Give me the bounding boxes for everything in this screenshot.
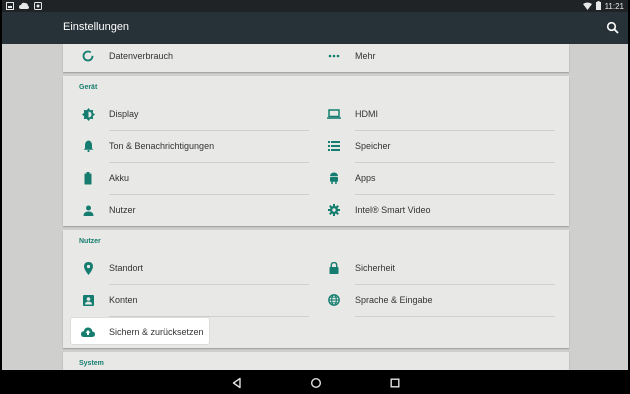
settings-item-datenverbrauch[interactable]: Datenverbrauch — [65, 41, 311, 72]
settings-item-label: Intel® Smart Video — [355, 205, 431, 215]
settings-item-hdmi[interactable]: HDMI — [311, 99, 557, 130]
settings-item-intel-smart-video[interactable]: Intel® Smart Video — [311, 195, 557, 226]
wifi-icon — [582, 2, 592, 12]
location-pin-icon — [81, 261, 95, 275]
settings-item-sicherheit[interactable]: Sicherheit — [311, 253, 557, 284]
settings-item-nutzer[interactable]: Nutzer — [65, 195, 311, 226]
settings-item-label: Display — [109, 109, 139, 119]
navigation-bar — [2, 370, 628, 394]
section-title-system: System — [79, 360, 104, 367]
storage-list-icon — [327, 139, 341, 153]
settings-item-apps[interactable]: Apps — [311, 163, 557, 194]
back-button[interactable] — [231, 376, 243, 389]
recents-button[interactable] — [389, 376, 401, 388]
brightness-icon — [81, 107, 95, 121]
settings-item-sprache-eingabe[interactable]: Sprache & Eingabe — [311, 285, 557, 316]
divider — [355, 316, 555, 317]
globe-icon — [327, 293, 341, 307]
data-usage-icon — [81, 49, 95, 63]
settings-item-label: Sichern & zurücksetzen — [109, 327, 204, 337]
lock-icon — [327, 261, 341, 275]
laptop-icon — [327, 107, 341, 121]
settings-list: Datenverbrauch Mehr Gerät Display HDMI T… — [63, 44, 569, 382]
bell-icon — [81, 139, 95, 153]
cloud-upload-icon — [81, 325, 95, 339]
settings-item-label: Sicherheit — [355, 263, 396, 273]
settings-item-sichern-zuruecksetzen[interactable]: Sichern & zurücksetzen — [65, 317, 311, 348]
settings-item-label: HDMI — [355, 109, 378, 119]
battery-status-icon — [595, 1, 601, 12]
screen: 11:21 Einstellungen Datenverbrauch Mehr — [2, 0, 628, 394]
settings-item-label: Sprache & Eingabe — [355, 295, 433, 305]
android-icon — [327, 171, 341, 185]
settings-item-display[interactable]: Display — [65, 99, 311, 130]
settings-item-label: Standort — [109, 263, 144, 273]
settings-item-speicher[interactable]: Speicher — [311, 131, 557, 162]
search-icon[interactable] — [606, 21, 620, 35]
recents-square-icon — [390, 378, 400, 388]
page-title: Einstellungen — [63, 21, 130, 33]
settings-item-label: Konten — [109, 295, 138, 305]
back-triangle-icon — [232, 377, 241, 389]
account-box-icon — [81, 293, 95, 307]
settings-item-label: Ton & Benachrichtigungen — [109, 141, 215, 151]
settings-item-konten[interactable]: Konten — [65, 285, 311, 316]
device-card: Gerät Display HDMI Ton & Benachrichtigun… — [63, 76, 569, 226]
settings-item-label: Apps — [355, 173, 376, 183]
settings-item-ton-benachrichtigungen[interactable]: Ton & Benachrichtigungen — [65, 131, 311, 162]
settings-item-label: Mehr — [355, 51, 376, 61]
battery-icon — [81, 171, 95, 185]
settings-item-label: Akku — [109, 173, 130, 183]
app-bar: Einstellungen — [2, 12, 628, 44]
settings-item-akku[interactable]: Akku — [65, 163, 311, 194]
personal-card: Nutzer Standort Sicherheit Konten Sprach… — [63, 230, 569, 348]
more-dots-icon — [327, 49, 341, 63]
settings-item-label: Speicher — [355, 141, 391, 151]
settings-item-standort[interactable]: Standort — [65, 253, 311, 284]
clock: 11:21 — [604, 1, 624, 11]
gear-icon — [327, 203, 341, 217]
settings-item-label: Datenverbrauch — [109, 51, 174, 61]
home-circle-icon — [310, 377, 322, 389]
person-icon — [81, 203, 95, 217]
settings-item-label: Nutzer — [109, 205, 136, 215]
section-title-device: Gerät — [79, 84, 98, 91]
screenshot-notification-icon — [6, 2, 14, 12]
section-title-personal: Nutzer — [79, 238, 101, 245]
status-bar: 11:21 — [2, 0, 628, 12]
cloud-notification-icon — [19, 2, 29, 12]
home-button[interactable] — [310, 376, 322, 389]
settings-item-mehr[interactable]: Mehr — [311, 41, 557, 72]
app-notification-icon — [34, 2, 42, 12]
wireless-card: Datenverbrauch Mehr — [63, 44, 569, 72]
